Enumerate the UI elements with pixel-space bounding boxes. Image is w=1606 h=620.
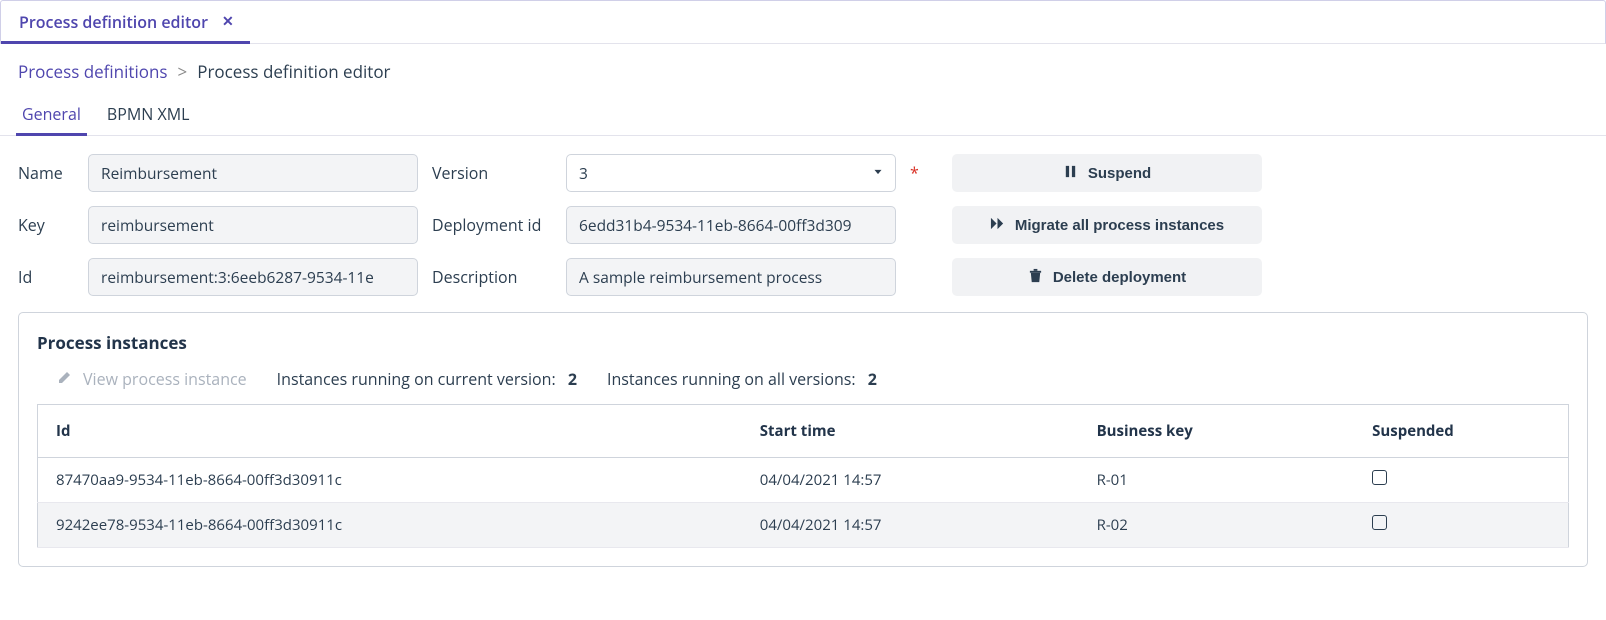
col-business-key[interactable]: Business key — [1079, 405, 1355, 458]
breadcrumb-process-definitions[interactable]: Process definitions — [18, 60, 168, 83]
caret-down-icon — [871, 162, 885, 184]
cell-business-key: R-02 — [1079, 503, 1355, 548]
panel-title: Process instances — [37, 331, 1569, 354]
fast-forward-icon — [990, 216, 1005, 235]
cell-id: 87470aa9-9534-11eb-8664-00ff3d30911c — [38, 458, 742, 503]
instances-table: Id Start time Business key Suspended 874… — [37, 404, 1569, 548]
view-process-instance-label: View process instance — [83, 368, 247, 390]
delete-deployment-button[interactable]: Delete deployment — [952, 258, 1262, 296]
suspended-checkbox[interactable] — [1372, 470, 1387, 485]
breadcrumb: Process definitions > Process definition… — [0, 44, 1606, 87]
suspended-checkbox[interactable] — [1372, 515, 1387, 530]
description-label: Description — [432, 266, 552, 288]
subtab-general[interactable]: General — [18, 93, 85, 135]
close-icon[interactable]: ✕ — [222, 15, 234, 29]
table-row[interactable]: 9242ee78-9534-11eb-8664-00ff3d30911c04/0… — [38, 503, 1569, 548]
delete-button-label: Delete deployment — [1053, 269, 1186, 286]
deployment-id-label: Deployment id — [432, 214, 552, 236]
cell-suspended — [1354, 503, 1568, 548]
key-label: Key — [18, 214, 74, 236]
pencil-icon — [57, 368, 73, 390]
tab-process-definition-editor[interactable]: Process definition editor ✕ — [1, 1, 250, 43]
table-row[interactable]: 87470aa9-9534-11eb-8664-00ff3d30911c04/0… — [38, 458, 1569, 503]
cell-start-time: 04/04/2021 14:57 — [742, 458, 1079, 503]
migrate-button-label: Migrate all process instances — [1015, 217, 1224, 234]
subtabs: General BPMN XML — [0, 87, 1606, 136]
process-instances-panel: Process instances View process instance … — [18, 312, 1588, 567]
name-label: Name — [18, 162, 74, 184]
version-select[interactable]: 3 — [566, 154, 896, 192]
col-suspended[interactable]: Suspended — [1354, 405, 1568, 458]
cell-id: 9242ee78-9534-11eb-8664-00ff3d30911c — [38, 503, 742, 548]
version-value: 3 — [579, 162, 588, 184]
view-process-instance-link: View process instance — [37, 368, 247, 390]
col-start-time[interactable]: Start time — [742, 405, 1079, 458]
version-label: Version — [432, 162, 552, 184]
id-label: Id — [18, 266, 74, 288]
cell-business-key: R-01 — [1079, 458, 1355, 503]
pause-icon — [1063, 164, 1078, 183]
running-all-stat: Instances running on all versions: 2 — [607, 368, 877, 390]
breadcrumb-current: Process definition editor — [197, 60, 390, 83]
suspend-button-label: Suspend — [1088, 165, 1151, 182]
breadcrumb-separator: > — [178, 60, 188, 83]
tab-label: Process definition editor — [19, 11, 208, 33]
suspend-button[interactable]: Suspend — [952, 154, 1262, 192]
main-tabbar: Process definition editor ✕ — [0, 0, 1606, 44]
table-header-row: Id Start time Business key Suspended — [38, 405, 1569, 458]
required-marker: * — [910, 154, 938, 184]
migrate-button[interactable]: Migrate all process instances — [952, 206, 1262, 244]
running-current-stat: Instances running on current version: 2 — [277, 368, 577, 390]
deployment-id-field: 6edd31b4-9534-11eb-8664-00ff3d309 — [566, 206, 896, 244]
col-id[interactable]: Id — [38, 405, 742, 458]
description-field: A sample reimbursement process — [566, 258, 896, 296]
cell-start-time: 04/04/2021 14:57 — [742, 503, 1079, 548]
name-field: Reimbursement — [88, 154, 418, 192]
subtab-bpmn-xml[interactable]: BPMN XML — [103, 93, 194, 135]
trash-icon — [1028, 268, 1043, 287]
id-field: reimbursement:3:6eeb6287-9534-11e — [88, 258, 418, 296]
key-field: reimbursement — [88, 206, 418, 244]
cell-suspended — [1354, 458, 1568, 503]
